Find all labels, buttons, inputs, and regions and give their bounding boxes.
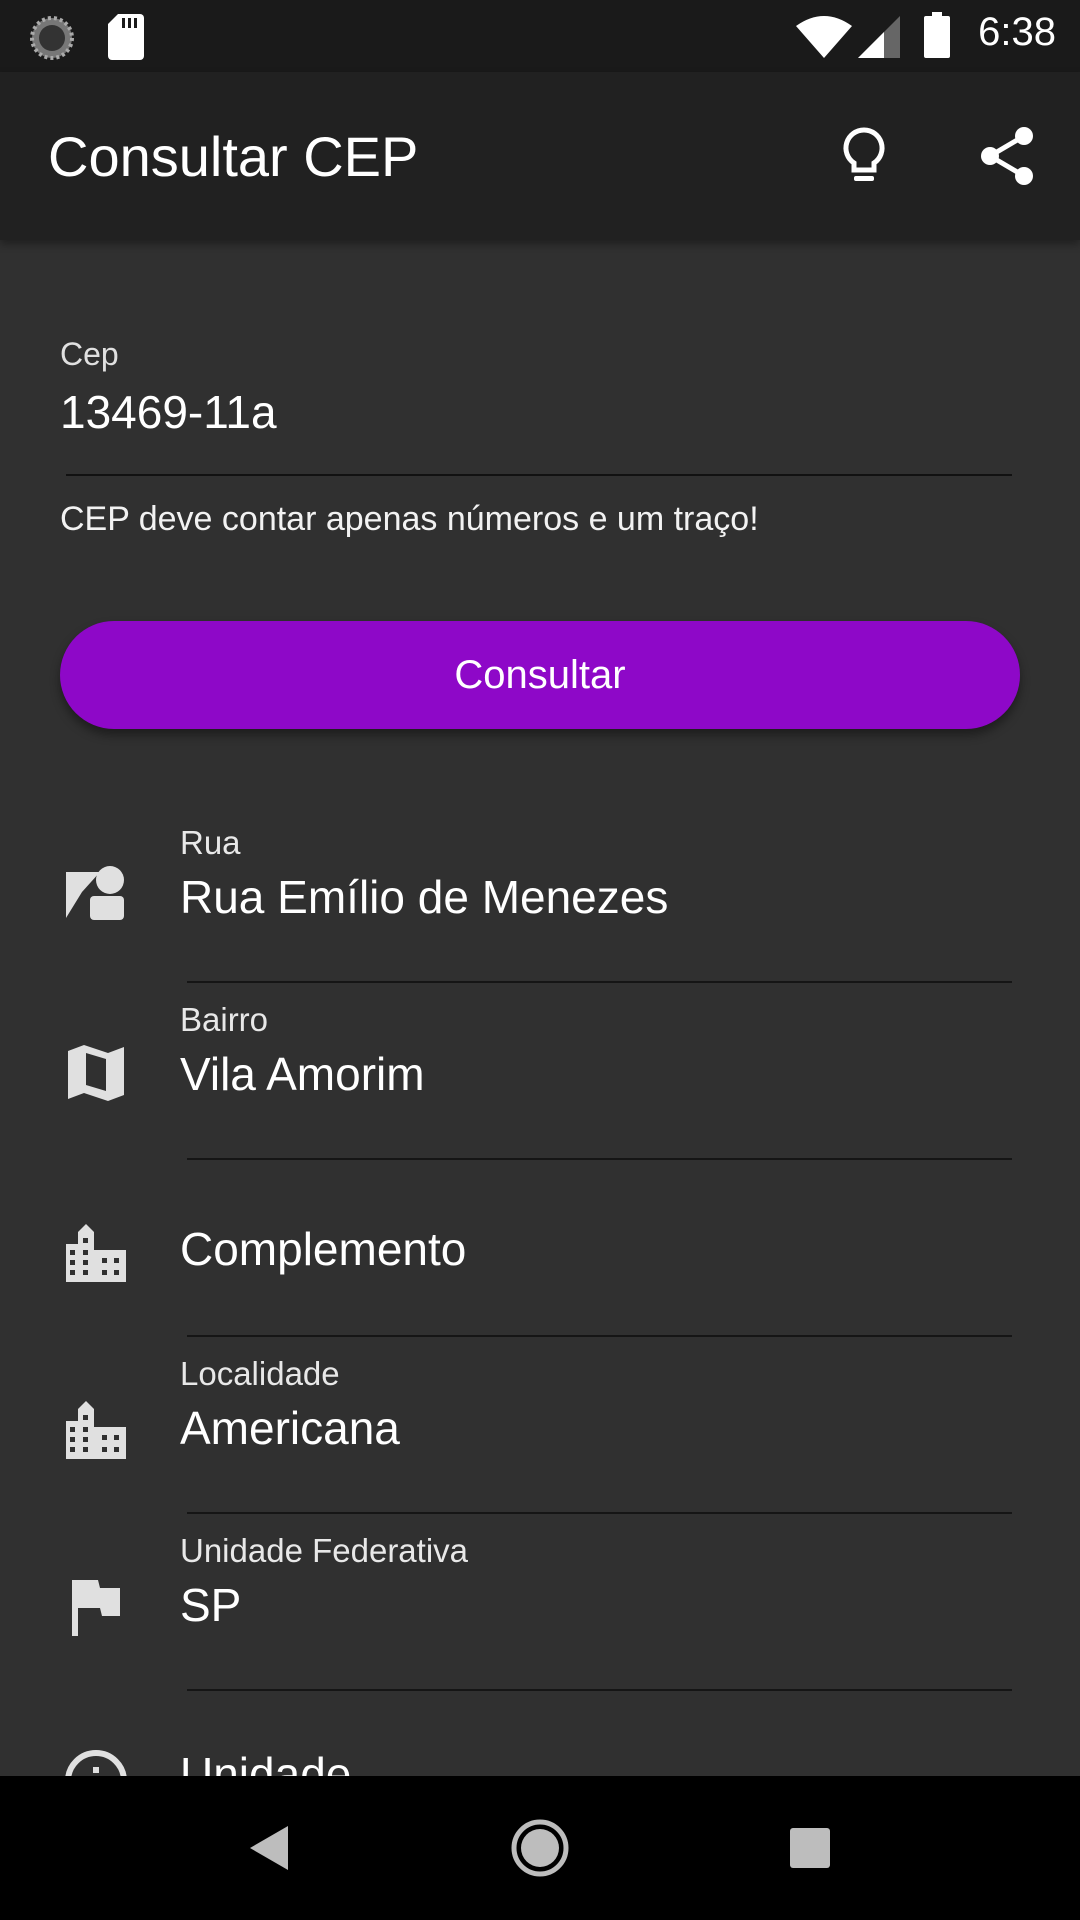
signal-icon: [858, 16, 900, 58]
field-underline: [187, 1512, 1012, 1514]
cep-error-text: CEP deve contar apenas números e um traç…: [60, 500, 759, 538]
field-unidade[interactable]: Unidade: [0, 1705, 1080, 1776]
cep-label: Cep: [60, 336, 119, 372]
field-value: SP: [180, 1579, 242, 1631]
field-label: Bairro: [180, 1001, 269, 1038]
field-value: Vila Amorim: [180, 1048, 425, 1100]
flag-icon: [72, 1580, 120, 1636]
field-label: Rua: [180, 824, 241, 861]
cep-underline: [66, 474, 1012, 476]
field-underline: [187, 1158, 1012, 1160]
status-bar: 6:38: [0, 0, 1080, 72]
status-time: 6:38: [978, 10, 1056, 54]
lightbulb-icon[interactable]: [828, 120, 900, 192]
map-icon: [68, 1045, 124, 1101]
field-complemento[interactable]: Complemento: [0, 1174, 1080, 1351]
app-bar: Consultar CEP: [0, 72, 1080, 240]
sd-card-icon: [108, 14, 144, 60]
main-content: Cep CEP deve contar apenas números e um …: [0, 240, 1080, 1776]
field-bairro[interactable]: Bairro Vila Amorim: [0, 997, 1080, 1174]
field-underline: [187, 981, 1012, 983]
battery-icon: [924, 12, 950, 58]
field-localidade[interactable]: Localidade Americana: [0, 1351, 1080, 1528]
page-title: Consultar CEP: [48, 125, 419, 188]
field-value: Americana: [180, 1402, 400, 1454]
field-rua[interactable]: Rua Rua Emílio de Menezes: [0, 820, 1080, 997]
wifi-icon: [796, 16, 852, 58]
street-person-icon: [66, 866, 124, 920]
field-label: Localidade: [180, 1355, 340, 1392]
city-icon: [66, 1401, 126, 1459]
field-value: Unidade: [180, 1748, 352, 1776]
city-icon: [66, 1224, 126, 1282]
home-icon[interactable]: [504, 1812, 576, 1884]
sync-icon: [30, 16, 74, 60]
cep-input[interactable]: [60, 380, 1010, 444]
recents-icon[interactable]: [774, 1812, 846, 1884]
info-icon: [65, 1750, 127, 1776]
field-label: Unidade Federativa: [180, 1532, 469, 1569]
back-icon[interactable]: [234, 1812, 306, 1884]
navigation-bar: [0, 1776, 1080, 1920]
field-value: Complemento: [180, 1223, 467, 1275]
share-icon[interactable]: [972, 120, 1044, 192]
field-value: Rua Emílio de Menezes: [180, 871, 669, 923]
field-underline: [187, 1335, 1012, 1337]
consultar-button[interactable]: Consultar: [60, 621, 1020, 729]
field-uf[interactable]: Unidade Federativa SP: [0, 1528, 1080, 1705]
field-underline: [187, 1689, 1012, 1691]
